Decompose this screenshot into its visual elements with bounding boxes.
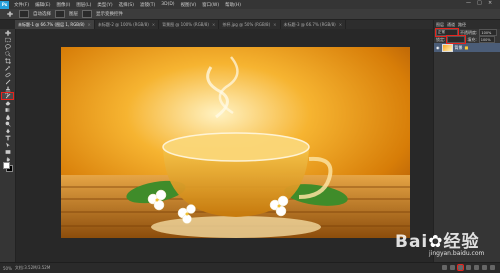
zoom-level[interactable]: 50% [3, 266, 12, 271]
crop-icon[interactable] [2, 58, 13, 64]
tab-label: 茶杯.jpg @ 50% (RGB/8) [222, 21, 271, 27]
tea-cup-photo [61, 47, 410, 238]
auto-select-label: 自动选择 [33, 12, 51, 17]
tools-panel [0, 29, 16, 262]
eyedropper-icon[interactable] [2, 65, 13, 71]
tab-document-5[interactable]: 未标题-3 @ 66.7% (RGB/8) × [281, 20, 347, 29]
eye-icon[interactable]: ◉ [436, 45, 440, 50]
blend-row: 正常 不透明度: 100% [434, 28, 500, 37]
close-icon[interactable]: × [273, 22, 276, 27]
tab-label: 未标题-1 @ 66.7% (图层 1, RGB/8) [18, 21, 85, 27]
tab-label: 未标题-3 @ 66.7% (RGB/8) [283, 21, 336, 27]
layers-panel: 图层 通道 路径 正常 不透明度: 100% 锁定: 填充: 100% ◉ 背景… [433, 20, 500, 262]
close-icon[interactable]: × [339, 22, 342, 27]
auto-select-checkbox[interactable] [19, 10, 29, 18]
move-tool-preset-icon[interactable] [4, 11, 15, 17]
minimize-button[interactable]: — [466, 0, 471, 6]
tab-paths[interactable]: 路径 [458, 22, 466, 28]
transform-controls-label: 显示变换控件 [96, 12, 123, 17]
quick-select-icon[interactable] [2, 51, 13, 57]
foreground-color-swatch[interactable] [3, 162, 10, 169]
menu-filter[interactable]: 滤镜(T) [137, 2, 158, 8]
tab-label: 未标题-2 @ 100% (RGB/8) [97, 21, 149, 27]
maximize-button[interactable]: □ [477, 0, 482, 6]
menu-layer[interactable]: 图层(L) [73, 2, 94, 8]
baidu-watermark: Bai✿经验 jingyan.baidu.com [395, 227, 499, 271]
menu-view[interactable]: 视图(V) [178, 2, 200, 8]
menu-3d[interactable]: 3D(D) [158, 2, 177, 7]
fill-label: 填充: [467, 36, 477, 42]
marquee-icon[interactable] [2, 37, 13, 43]
paw-icon: ✿ [428, 232, 444, 252]
close-icon[interactable]: × [88, 22, 91, 27]
watermark-jingyan: 经验 [443, 232, 480, 252]
layer-row-background[interactable]: ◉ 背景 ■ [434, 43, 500, 52]
tab-label: 背景图 @ 100% (RGB/8) [162, 21, 209, 27]
layer-name: 背景 [454, 44, 463, 50]
blur-icon[interactable] [2, 114, 13, 120]
tab-channels[interactable]: 通道 [447, 22, 455, 28]
menu-select[interactable]: 选择(S) [116, 2, 137, 8]
tab-document-4[interactable]: 茶杯.jpg @ 50% (RGB/8) × [219, 20, 281, 29]
lock-icon: ■ [464, 45, 469, 50]
canvas-image[interactable] [61, 47, 410, 238]
type-icon[interactable] [2, 135, 13, 141]
dodge-icon[interactable] [2, 121, 13, 127]
healing-icon[interactable] [2, 72, 13, 78]
watermark-url: jingyan.baidu.com [429, 250, 485, 257]
opacity-label: 不透明度: [460, 29, 478, 35]
document-size: 文档:3.52M/3.52M [14, 265, 51, 270]
opacity-input[interactable]: 100% [479, 29, 498, 36]
layer-thumbnail [441, 43, 453, 52]
rectangle-icon[interactable] [2, 149, 13, 155]
options-bar: 自动选择 图层 显示变换控件 [0, 9, 500, 20]
close-icon[interactable]: × [212, 22, 215, 27]
photoshop-logo: Ps [0, 0, 9, 9]
close-window-button[interactable]: × [488, 0, 492, 6]
history-brush-icon[interactable] [1, 92, 14, 100]
tab-document-1[interactable]: 未标题-1 @ 66.7% (图层 1, RGB/8) × [15, 20, 95, 29]
tab-document-3[interactable]: 背景图 @ 100% (RGB/8) × [159, 20, 220, 29]
transform-controls-checkbox[interactable] [82, 10, 92, 18]
canvas-area[interactable] [16, 29, 433, 262]
lasso-icon[interactable] [2, 44, 13, 50]
tab-layers[interactable]: 图层 [436, 22, 444, 28]
eraser-icon[interactable] [2, 100, 13, 106]
path-select-icon[interactable] [2, 142, 13, 148]
layer-dropdown-label: 图层 [69, 12, 78, 17]
pen-icon[interactable] [2, 128, 13, 134]
watermark-bai: Bai [395, 232, 429, 252]
panel-tab-bar: 图层 通道 路径 [434, 20, 500, 29]
menu-bar: Ps 文件(F) 编辑(E) 图像(I) 图层(L) 类型(Y) 选择(S) 滤… [0, 0, 500, 9]
lock-row: 锁定: 填充: 100% [434, 35, 500, 44]
menu-type[interactable]: 类型(Y) [94, 2, 115, 8]
move-icon[interactable] [2, 30, 13, 36]
tab-document-2[interactable]: 未标题-2 @ 100% (RGB/8) × [95, 20, 160, 29]
document-tabs: 未标题-1 @ 66.7% (图层 1, RGB/8) × 未标题-2 @ 100… [15, 20, 433, 29]
lock-options[interactable] [446, 35, 467, 44]
watermark-logo-text: Bai✿经验 [395, 227, 480, 252]
brush-icon[interactable] [2, 79, 13, 85]
fill-input[interactable]: 100% [478, 36, 495, 43]
menu-file[interactable]: 文件(F) [11, 2, 32, 8]
menu-window[interactable]: 窗口(W) [199, 2, 222, 8]
lock-label: 锁定: [436, 36, 446, 42]
close-icon[interactable]: × [152, 22, 155, 27]
clone-stamp-icon[interactable] [2, 86, 13, 92]
menu-image[interactable]: 图像(I) [53, 2, 73, 8]
menu-help[interactable]: 帮助(H) [222, 2, 244, 8]
menu-edit[interactable]: 编辑(E) [32, 2, 53, 8]
layer-dropdown[interactable] [55, 10, 65, 18]
gradient-icon[interactable] [2, 107, 13, 113]
blend-mode-select[interactable]: 正常 [435, 28, 459, 37]
